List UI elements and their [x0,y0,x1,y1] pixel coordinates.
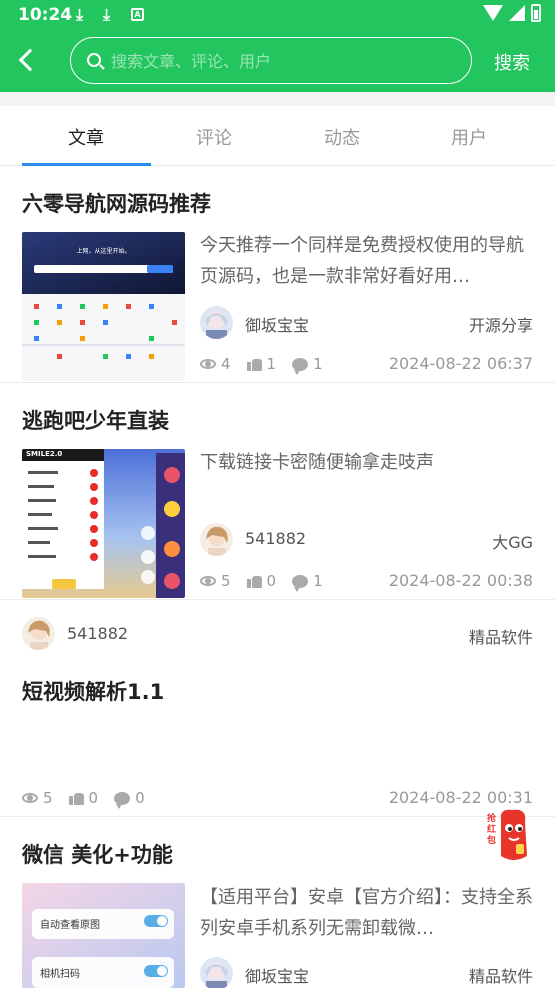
author-name[interactable]: 御坂宝宝 [245,312,309,336]
red-packet-float-button[interactable]: 抢红包 [487,806,537,864]
article-excerpt: 【适用平台】安卓【官方介绍】：支持全系列安卓手机系列无需卸载微… [200,887,533,939]
article-card[interactable]: 逃跑吧少年直装 SMILE2.0 下载链接卡密随便输拿走吱声 541882 大G… [0,383,555,600]
likes-count[interactable]: 1 [246,355,276,373]
tab-articles[interactable]: 文章 [46,124,126,150]
thumbnail-caption: 自动查看原图 [40,920,100,931]
article-excerpt: 今天推荐一个同样是免费授权使用的导航页源码，也是一款非常好看好用… [200,235,524,287]
article-card[interactable]: 541882 精品软件 短视频解析1.1 5 0 0 2024-08-22 00… [0,600,555,817]
comments-count[interactable]: 1 [292,355,323,375]
header-spacer [0,92,555,106]
avatar[interactable] [200,523,233,556]
red-packet-label: 抢红包 [487,814,497,846]
article-category[interactable]: 开源分享 [469,312,533,336]
comment-icon [114,791,131,809]
article-category[interactable]: 精品软件 [469,624,533,648]
comment-icon [292,357,309,375]
article-stats: 4 1 1 [200,355,339,375]
thumbnail-caption: 相机扫码 [40,969,80,980]
notification-app-icon: A [131,8,144,21]
tab-comments[interactable]: 评论 [174,124,254,150]
article-title[interactable]: 短视频解析1.1 [22,676,164,706]
article-date: 2024-08-22 00:38 [388,571,533,590]
article-title[interactable]: 六零导航网源码推荐 [22,188,211,218]
author-name[interactable]: 541882 [67,624,128,643]
article-category[interactable]: 大GG [492,529,533,553]
views-count: 4 [200,355,231,373]
search-icon [87,53,101,67]
app-header: 10:24 ⤓ ⤓ A 搜索 [0,0,555,92]
article-thumbnail[interactable]: SMILE2.0 [22,449,185,598]
status-time: 10:24 [18,5,73,25]
thumbnail-caption: SMILE2.0 [26,450,63,458]
views-count: 5 [22,789,53,807]
article-thumbnail[interactable]: 上网，从这里开始。 [22,232,185,381]
comment-icon [292,574,309,592]
article-title[interactable]: 微信 美化+功能 [22,839,173,869]
signal-icon [509,5,525,21]
battery-icon [531,4,541,22]
article-category[interactable]: 精品软件 [469,963,533,987]
back-button[interactable] [16,46,40,74]
article-thumbnail[interactable]: 自动查看原图 相机扫码 [22,883,185,988]
thumbnail-caption: 上网，从这里开始。 [76,248,131,255]
avatar[interactable] [200,957,233,988]
thumbs-up-icon [246,574,262,588]
article-title[interactable]: 逃跑吧少年直装 [22,405,169,435]
status-bar: 10:24 ⤓ ⤓ A [0,0,555,30]
wifi-icon [483,5,503,21]
search-button[interactable]: 搜索 [494,49,530,75]
article-date: 2024-08-22 06:37 [388,354,533,373]
author-name[interactable]: 541882 [245,529,306,548]
avatar[interactable] [22,617,55,650]
article-card[interactable]: 微信 美化+功能 自动查看原图 相机扫码 【适用平台】安卓【官方介绍】：支持全系… [0,817,555,988]
eye-icon [200,359,216,369]
author-name[interactable]: 御坂宝宝 [245,963,309,987]
comments-count[interactable]: 1 [292,572,323,592]
article-excerpt: 下载链接卡密随便输拿走吱声 [200,452,434,473]
eye-icon [22,793,38,803]
tab-moments[interactable]: 动态 [302,124,382,150]
avatar[interactable] [200,306,233,339]
download-icon: ⤓ [103,5,111,24]
article-card[interactable]: 六零导航网源码推荐 上网，从这里开始。 今天推荐一个同样是免费授权使用的导航页源… [0,166,555,383]
thumbs-up-icon [68,791,84,805]
likes-count[interactable]: 0 [246,572,276,590]
tab-users[interactable]: 用户 [429,124,509,150]
views-count: 5 [200,572,231,590]
likes-count[interactable]: 0 [68,789,98,807]
article-stats: 5 0 1 [200,572,339,592]
search-input[interactable] [111,48,451,74]
thumbs-up-icon [246,357,262,371]
system-icons [483,4,541,22]
article-date: 2024-08-22 00:31 [388,788,533,807]
search-field[interactable] [70,37,472,84]
download-icon: ⤓ [76,5,84,24]
eye-icon [200,576,216,586]
article-stats: 5 0 0 [22,789,161,809]
tab-bar: 文章 评论 动态 用户 [0,106,555,166]
comments-count[interactable]: 0 [114,789,145,809]
